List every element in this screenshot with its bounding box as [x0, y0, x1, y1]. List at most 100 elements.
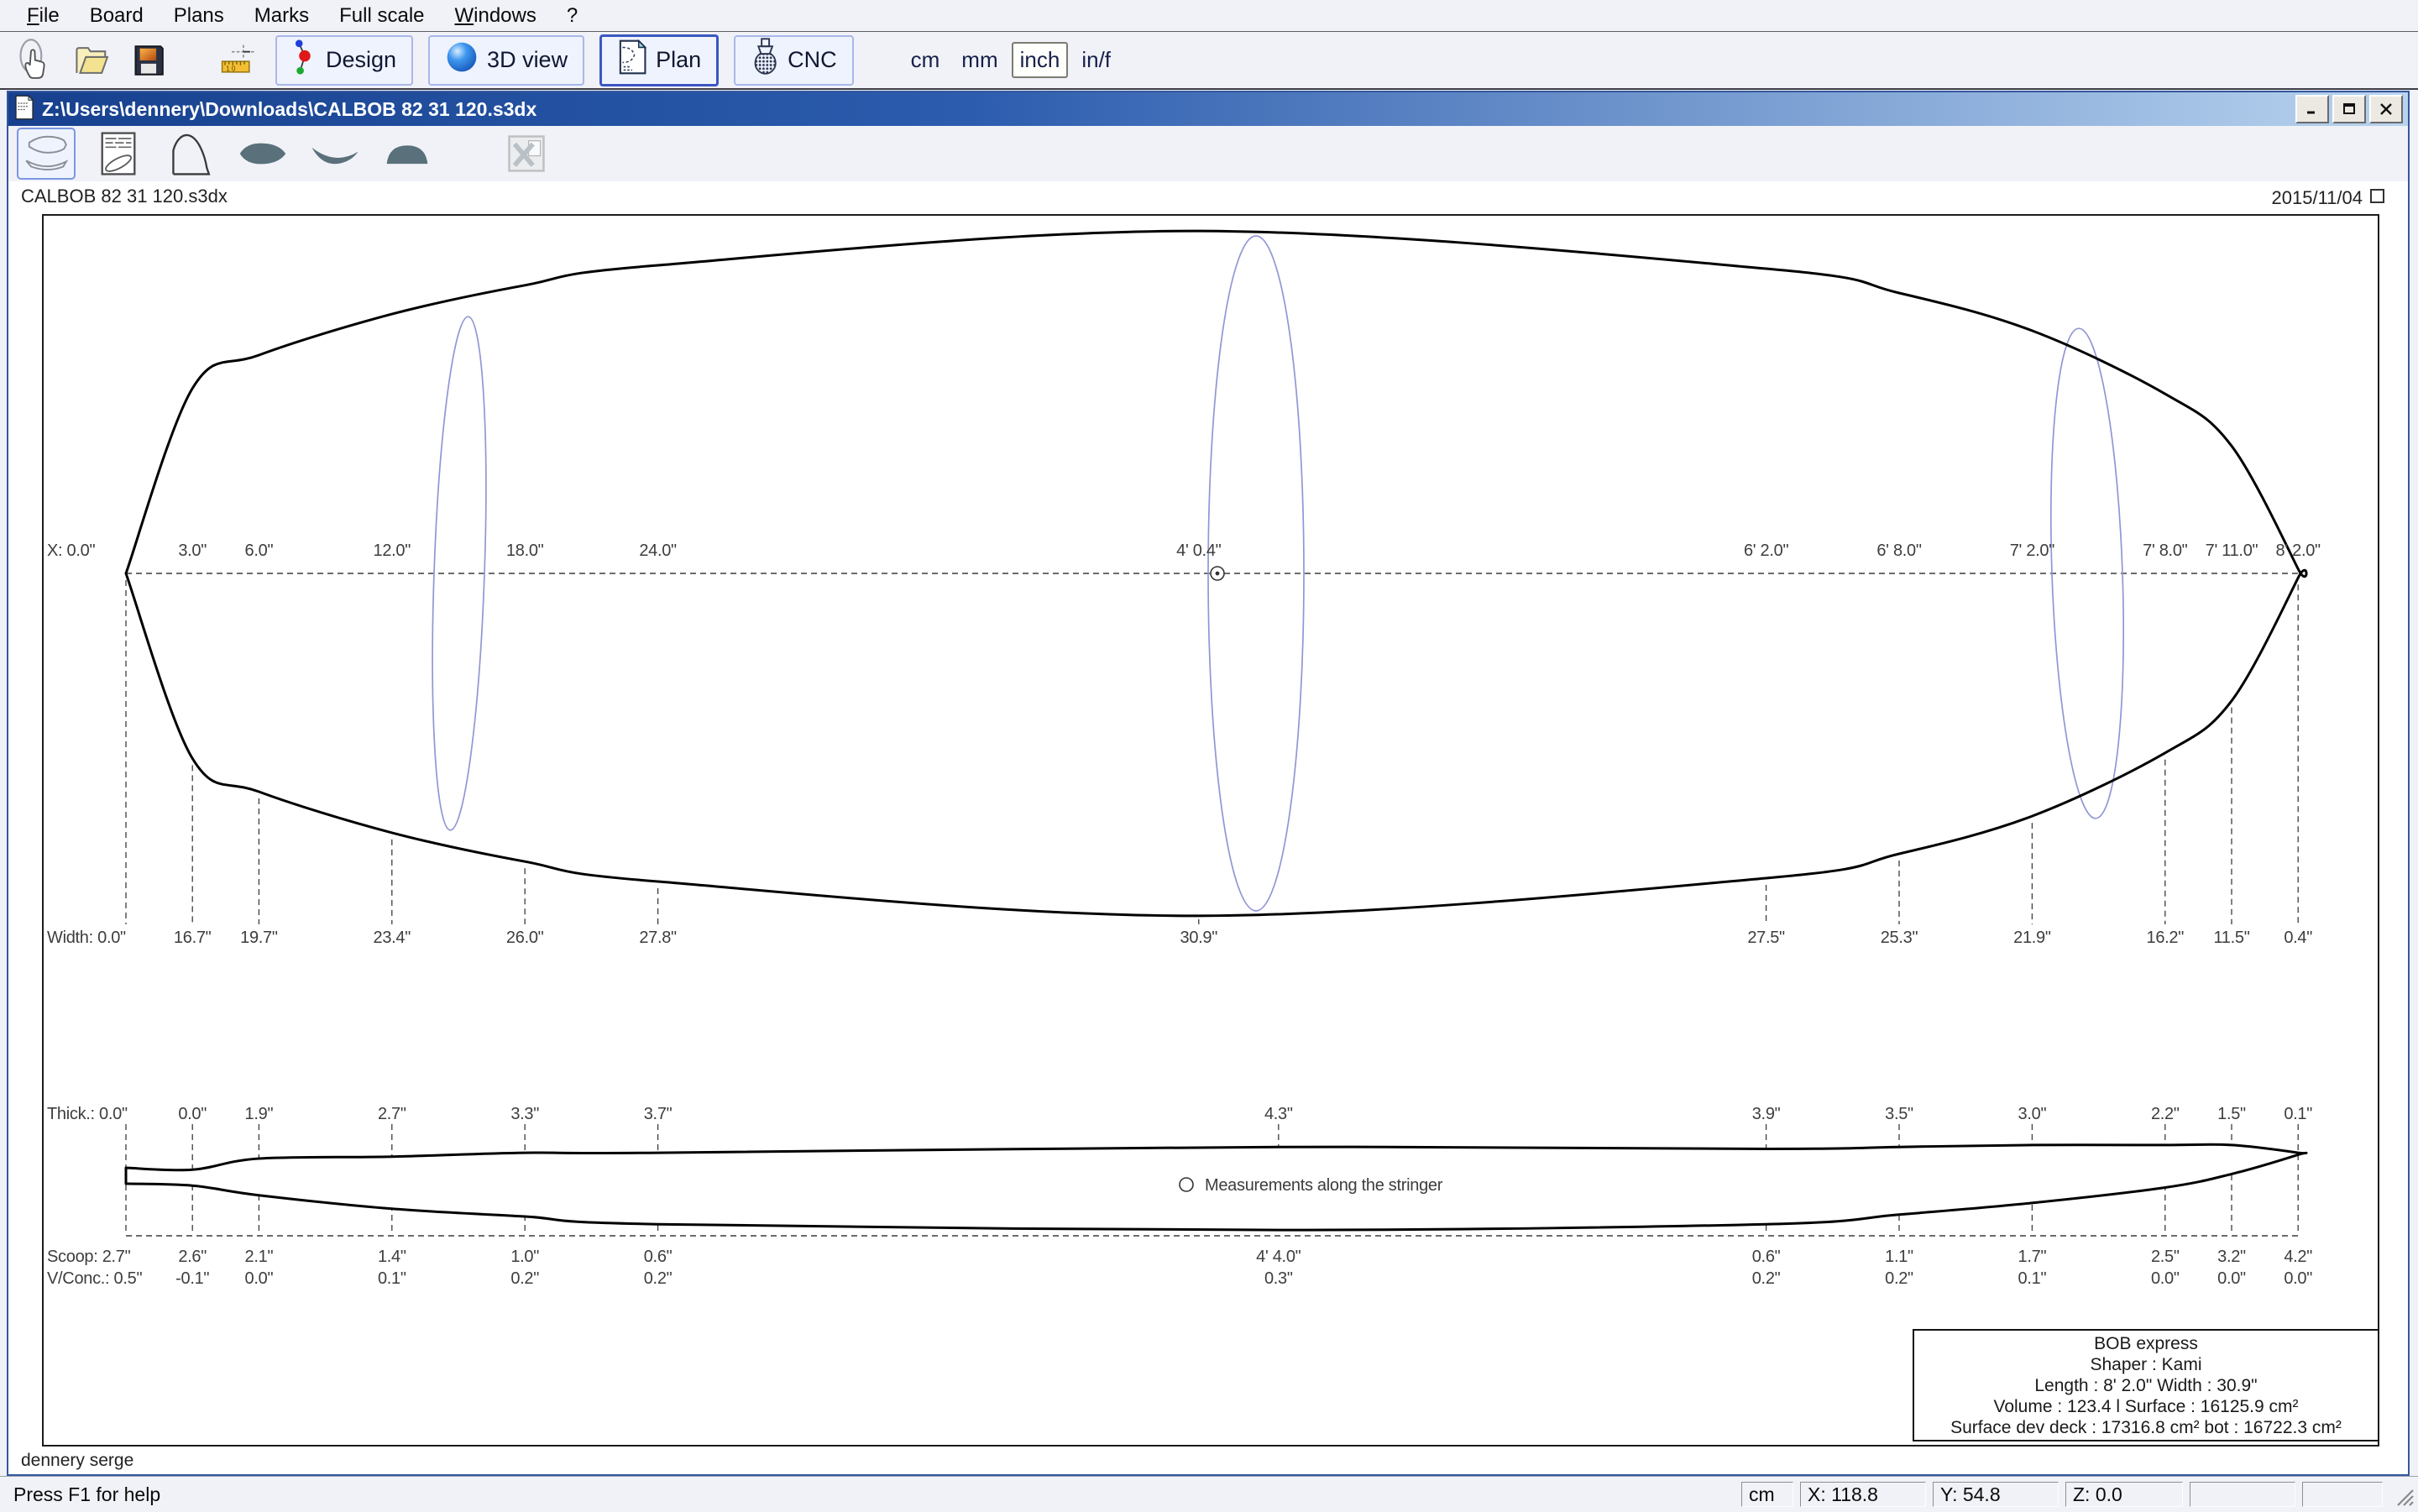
menu-windows[interactable]: Windows [440, 3, 552, 29]
svg-text:21.9": 21.9" [2013, 929, 2051, 947]
drawing-client-area: CALBOB 82 31 120.s3dx 2015/11/04 [8, 181, 2408, 1474]
svg-text:3.5": 3.5" [1885, 1105, 1913, 1123]
svg-text:3.0": 3.0" [178, 541, 207, 560]
unit-inch[interactable]: inch [1012, 42, 1069, 78]
unit-selector: cm mm inch in/f [903, 42, 1119, 78]
svg-text:18.0": 18.0" [506, 541, 544, 560]
svg-text:16.7": 16.7" [174, 929, 212, 947]
export-excel-icon[interactable] [497, 128, 556, 180]
plan-station-lines [126, 580, 2298, 924]
board-dimensions: Length : 8' 2.0" Width : 30.9" [1914, 1375, 2378, 1396]
svg-text:1.0": 1.0" [510, 1248, 539, 1266]
menu-plans[interactable]: Plans [159, 3, 239, 29]
svg-text:7' 2.0": 7' 2.0" [2010, 541, 2055, 560]
svg-text:8' 2.0": 8' 2.0" [2276, 541, 2321, 560]
date-checkbox[interactable] [2370, 189, 2384, 203]
svg-text:1 0: 1 0 [226, 65, 236, 72]
svg-text:23.4": 23.4" [374, 929, 411, 947]
svg-text:2.5": 2.5" [2151, 1248, 2180, 1266]
3d-view-button-label: 3D view [487, 47, 568, 73]
menu-bar: File Board Plans Marks Full scale Window… [0, 0, 2418, 32]
board-volume-surface: Volume : 123.4 l Surface : 16125.9 cm² [1914, 1396, 2378, 1417]
scoop-measurements-row: Scoop: 2.7"2.6"2.1"1.4"1.0"0.6"4' 4.0"0.… [47, 1248, 2312, 1266]
svg-text:24.0": 24.0" [639, 541, 677, 560]
svg-text:0.6": 0.6" [1752, 1248, 1781, 1266]
svg-text:Scoop: 2.7": Scoop: 2.7" [47, 1248, 131, 1266]
unit-mm[interactable]: mm [953, 44, 1006, 76]
status-help-text: Press F1 for help [13, 1483, 1741, 1506]
svg-text:0.1": 0.1" [2018, 1269, 2047, 1288]
maximize-button[interactable] [2332, 95, 2366, 123]
cnc-button[interactable]: CNC [734, 35, 854, 86]
svg-text:7' 11.0": 7' 11.0" [2206, 541, 2258, 560]
board-info-box: BOB express Shaper : Kami Length : 8' 2.… [1913, 1329, 2379, 1441]
document-title: Z:\Users\dennery\Downloads\CALBOB 82 31 … [42, 98, 2295, 121]
svg-text:0.2": 0.2" [644, 1269, 673, 1288]
document-window: Z:\Users\dennery\Downloads\CALBOB 82 31 … [7, 91, 2410, 1476]
menu-help[interactable]: ? [552, 3, 593, 29]
menu-file[interactable]: File [12, 3, 75, 29]
open-file-icon[interactable] [72, 37, 111, 84]
document-titlebar[interactable]: Z:\Users\dennery\Downloads\CALBOB 82 31 … [8, 92, 2408, 126]
date-label: 2015/11/04 [2272, 187, 2363, 209]
x-measurements-row: X: 0.0"3.0"6.0"12.0"18.0"24.0"4' 0.4"6' … [47, 541, 2321, 560]
menu-marks[interactable]: Marks [239, 3, 324, 29]
board-model: BOB express [1914, 1333, 2378, 1354]
measure-tool-icon[interactable]: 1 0 [218, 37, 257, 84]
svg-text:0.0": 0.0" [2151, 1269, 2180, 1288]
stringer-legend: Measurements along the stringer [1180, 1176, 1443, 1195]
svg-text:2.1": 2.1" [245, 1248, 274, 1266]
center-marker[interactable] [1211, 567, 1224, 580]
svg-text:1.1": 1.1" [1885, 1248, 1913, 1266]
resize-grip[interactable] [2389, 1482, 2415, 1507]
save-icon[interactable] [129, 37, 168, 84]
svg-text:4.3": 4.3" [1264, 1105, 1293, 1123]
svg-text:0.6": 0.6" [644, 1248, 673, 1266]
minimize-button[interactable] [2295, 95, 2329, 123]
svg-text:16.2": 16.2" [2147, 929, 2185, 947]
design-button[interactable]: Design [275, 35, 413, 86]
plan-button-label: Plan [656, 47, 701, 73]
svg-text:26.0": 26.0" [506, 929, 544, 947]
main-toolbar: 1 0 Design 3D view [0, 32, 2418, 90]
svg-text:Width: 0.0": Width: 0.0" [47, 929, 126, 947]
plan-solid-icon[interactable] [233, 128, 292, 180]
svg-text:6' 8.0": 6' 8.0" [1876, 541, 1922, 560]
outline-views-icon[interactable] [17, 128, 76, 180]
board-plan-canvas[interactable]: Measurements along the stringer X: 0.0" 3… [42, 214, 2379, 1447]
spec-sheet-icon[interactable] [89, 128, 148, 180]
3d-view-button[interactable]: 3D view [428, 35, 584, 86]
unit-inf[interactable]: in/f [1073, 44, 1119, 76]
plan-button[interactable]: Plan [599, 34, 719, 86]
svg-text:V/Conc.: 0.5": V/Conc.: 0.5" [47, 1269, 142, 1288]
thickness-measurements-row: Thick.: 0.0"0.0"1.9"2.7"3.3"3.7"4.3"3.9"… [47, 1105, 2312, 1123]
document-icon [13, 95, 35, 124]
view-toolbar [8, 126, 2408, 182]
svg-text:6.0": 6.0" [245, 541, 274, 560]
rocker-solid-icon[interactable] [306, 128, 364, 180]
plan-icon [617, 39, 647, 81]
svg-text:0.0": 0.0" [245, 1269, 274, 1288]
close-button[interactable] [2369, 95, 2403, 123]
svg-text:19.7": 19.7" [240, 929, 278, 947]
board-shaper: Shaper : Kami [1914, 1354, 2378, 1375]
unit-cm[interactable]: cm [903, 44, 949, 76]
svg-text:0.3": 0.3" [1264, 1269, 1293, 1288]
section-solid-icon[interactable] [378, 128, 437, 180]
svg-text:1.7": 1.7" [2018, 1248, 2047, 1266]
status-empty-field-1 [2190, 1482, 2295, 1507]
svg-text:3.3": 3.3" [510, 1105, 539, 1123]
board-dev-surfaces: Surface dev deck : 17316.8 cm² bot : 167… [1914, 1417, 2378, 1438]
svg-text:30.9": 30.9" [1180, 929, 1218, 947]
svg-text:1.9": 1.9" [245, 1105, 274, 1123]
menu-board[interactable]: Board [75, 3, 159, 29]
svg-text:2.2": 2.2" [2151, 1105, 2180, 1123]
menu-full-scale[interactable]: Full scale [324, 3, 439, 29]
status-unit-field: cm [1741, 1482, 1793, 1507]
rocker-curve-icon[interactable] [161, 128, 220, 180]
svg-text:3.0": 3.0" [2018, 1105, 2047, 1123]
status-bar: Press F1 for help cm X: 118.8 Y: 54.8 Z:… [0, 1476, 2418, 1512]
svg-text:X: 0.0": X: 0.0" [47, 541, 95, 560]
svg-text:7' 8.0": 7' 8.0" [2143, 541, 2188, 560]
pointer-tool-icon[interactable] [15, 37, 54, 84]
